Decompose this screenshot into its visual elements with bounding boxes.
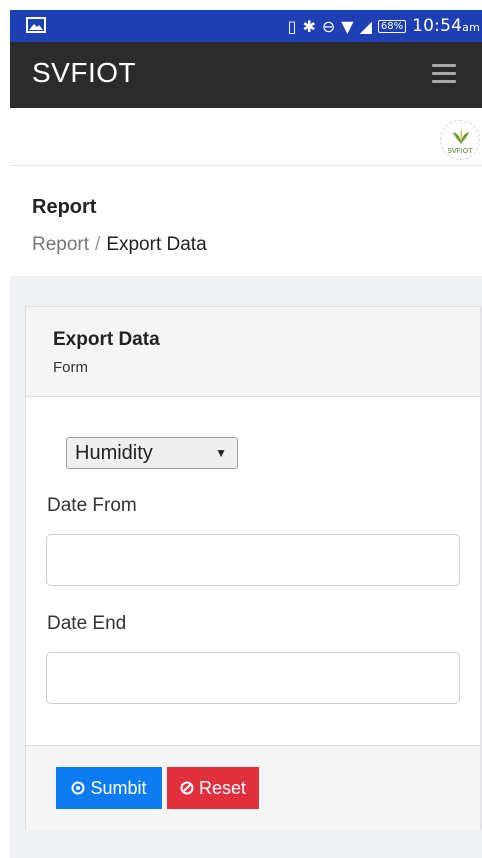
date-end-label: Date End [47, 613, 127, 634]
reset-button[interactable]: Reset [167, 767, 259, 809]
page-title: Report [32, 196, 97, 218]
date-from-label: Date From [47, 495, 137, 516]
leaf-logo-icon [453, 128, 469, 144]
brand-logo[interactable]: SVFIOT [440, 120, 480, 160]
breadcrumb-current: Export Data [106, 234, 207, 255]
logo-row: SVFIOT [10, 108, 482, 166]
card-subtitle: Form [53, 359, 88, 376]
export-data-card: Export Data Form Humidity ▼ Date From Da… [25, 306, 481, 830]
sensor-type-select[interactable]: Humidity ▼ [66, 437, 238, 469]
status-bar: ▯ ✱ ⊖ ▼ ◢ 68% 10:54am [10, 10, 482, 42]
submit-button[interactable]: Sumbit [56, 767, 162, 809]
breadcrumb-link-report[interactable]: Report [32, 234, 89, 255]
app-bar: SVFIOT [10, 42, 482, 108]
logo-text: SVFIOT [447, 147, 473, 155]
circle-slash-icon [180, 781, 194, 795]
card-header: Export Data Form [26, 307, 480, 397]
date-from-input[interactable] [46, 534, 460, 586]
signal-icon: ◢ [359, 16, 372, 36]
breadcrumb-separator: / [95, 234, 101, 255]
date-end-input[interactable] [46, 652, 460, 704]
page-header: Report Report / Export Data [10, 166, 482, 276]
circle-dot-icon [71, 781, 85, 795]
submit-button-label: Sumbit [90, 777, 147, 798]
app-screen: ▯ ✱ ⊖ ▼ ◢ 68% 10:54am SVFIOT SVFIOT Repo… [0, 0, 482, 858]
do-not-disturb-icon: ⊖ [321, 16, 336, 36]
status-icons: ▯ ✱ ⊖ ▼ ◢ 68% 10:54am [288, 10, 482, 42]
image-notification-icon [26, 17, 46, 33]
card-title: Export Data [53, 329, 160, 350]
app-title: SVFIOT [32, 57, 137, 88]
vibrate-icon: ▯ [287, 16, 297, 36]
reset-button-label: Reset [198, 777, 247, 798]
dropdown-arrow-icon: ▼ [215, 446, 227, 460]
sensor-type-selected-value: Humidity [75, 442, 153, 464]
hamburger-menu-icon[interactable] [432, 64, 456, 84]
battery-icon: 68% [377, 19, 407, 33]
breadcrumb: Report / Export Data [32, 234, 207, 256]
clock: 10:54am [412, 16, 480, 36]
wifi-icon: ▼ [341, 16, 354, 36]
bluetooth-icon: ✱ [302, 16, 316, 36]
